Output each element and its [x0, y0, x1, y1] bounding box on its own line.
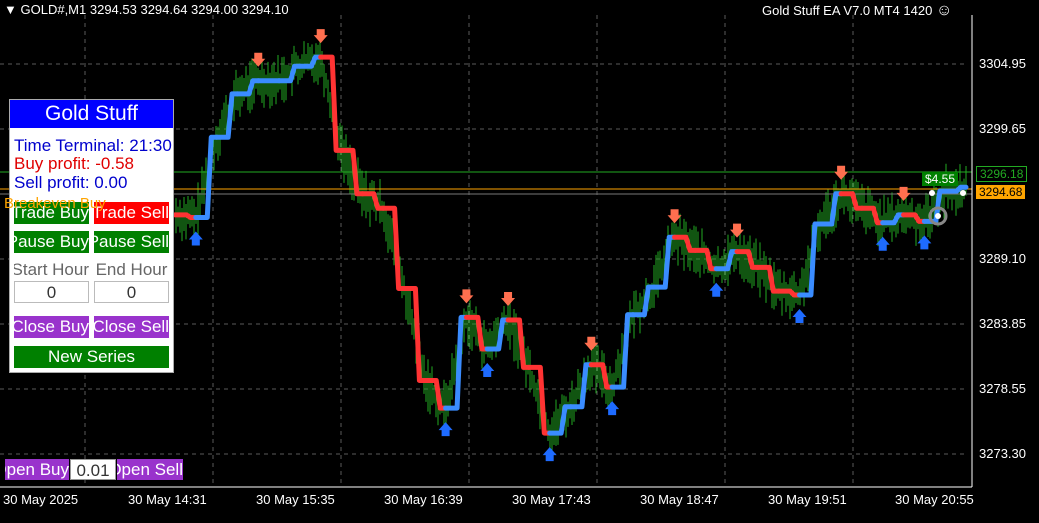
price-label: 3304.95: [979, 56, 1026, 71]
pause-sell-button[interactable]: Pause Sell: [94, 231, 169, 253]
price-label: 3299.65: [979, 121, 1026, 136]
end-hour-input[interactable]: 0: [94, 281, 169, 303]
buy-arrow-icon: [188, 231, 203, 246]
sell-arrow-icon: [459, 289, 474, 304]
open-buy-button[interactable]: Open Buy: [5, 459, 69, 480]
buy-arrow-icon: [917, 235, 932, 250]
sell-arrow-icon: [730, 223, 745, 238]
pause-buy-button[interactable]: Pause Buy: [14, 231, 89, 253]
trend-segment: [172, 212, 199, 220]
buy-arrow-icon: [438, 422, 453, 437]
chart-window[interactable]: ▼ GOLD#,M1 3294.53 3294.64 3294.00 3294.…: [0, 0, 1039, 523]
end-hour-label: End Hour: [95, 260, 168, 279]
buy-arrow-icon: [542, 447, 557, 462]
order-marker-dot-icon: [935, 213, 941, 219]
sell-arrow-icon: [834, 165, 849, 180]
close-buy-button[interactable]: Close Buy: [14, 316, 89, 338]
time-label: 30 May 2025: [3, 492, 79, 507]
close-sell-button[interactable]: Close Sell: [94, 316, 169, 338]
sell-arrow-icon: [501, 292, 516, 307]
time-label: 30 May 15:35: [256, 492, 335, 507]
open-sell-button[interactable]: Open Sell: [117, 459, 183, 480]
exit-dot-icon: [960, 190, 966, 196]
smiley-icon: ☺: [935, 2, 953, 19]
entry-dot-icon: [929, 190, 935, 196]
sell-arrow-icon: [313, 29, 328, 44]
sell-arrow-icon: [251, 52, 266, 67]
dropdown-triangle-icon[interactable]: ▼: [4, 2, 17, 17]
buy-arrow-icon: [605, 401, 620, 416]
ea-header: Gold Stuff EA V7.0 MT4 1420 ☺: [762, 2, 952, 20]
profit-badge: $4.55: [922, 172, 959, 186]
sell-arrow-icon: [667, 209, 682, 224]
time-label: 30 May 19:51: [768, 492, 847, 507]
lot-size-input[interactable]: 0.01: [70, 459, 116, 480]
sell-profit: Sell profit: 0.00: [14, 173, 128, 192]
trend-line: [172, 54, 969, 436]
buy-profit: Buy profit: -0.58: [14, 154, 135, 173]
gold-stuff-panel: Gold Stuff Time Terminal: 21:30:54 Buy p…: [9, 99, 174, 373]
symbol-header: ▼ GOLD#,M1 3294.53 3294.64 3294.00 3294.…: [4, 2, 289, 17]
bid-price-tag: 3294.68: [976, 185, 1026, 199]
breakeven-label: Breakeven Buy: [4, 195, 106, 212]
new-series-button[interactable]: New Series: [14, 346, 169, 368]
time-label: 30 May 17:43: [512, 492, 591, 507]
tp-price-tag: 3296.18: [976, 166, 1028, 182]
time-label: 30 May 14:31: [128, 492, 207, 507]
price-label: 3289.10: [979, 251, 1026, 266]
time-label: 30 May 20:55: [895, 492, 974, 507]
panel-title: Gold Stuff: [10, 100, 173, 128]
time-label: 30 May 16:39: [384, 492, 463, 507]
symbol-info: GOLD#,M1 3294.53 3294.64 3294.00 3294.10: [20, 2, 289, 17]
candles: [175, 35, 967, 455]
price-label: 3283.85: [979, 316, 1026, 331]
buy-arrow-icon: [709, 282, 724, 297]
start-hour-input[interactable]: 0: [14, 281, 89, 303]
price-label: 3273.30: [979, 446, 1026, 461]
ea-info: Gold Stuff EA V7.0 MT4 1420: [762, 3, 933, 18]
buy-arrow-icon: [792, 309, 807, 324]
start-hour-label: Start Hour: [14, 260, 89, 279]
time-label: 30 May 18:47: [640, 492, 719, 507]
price-label: 3278.55: [979, 381, 1026, 396]
time-terminal: Time Terminal: 21:30:54: [14, 136, 173, 155]
